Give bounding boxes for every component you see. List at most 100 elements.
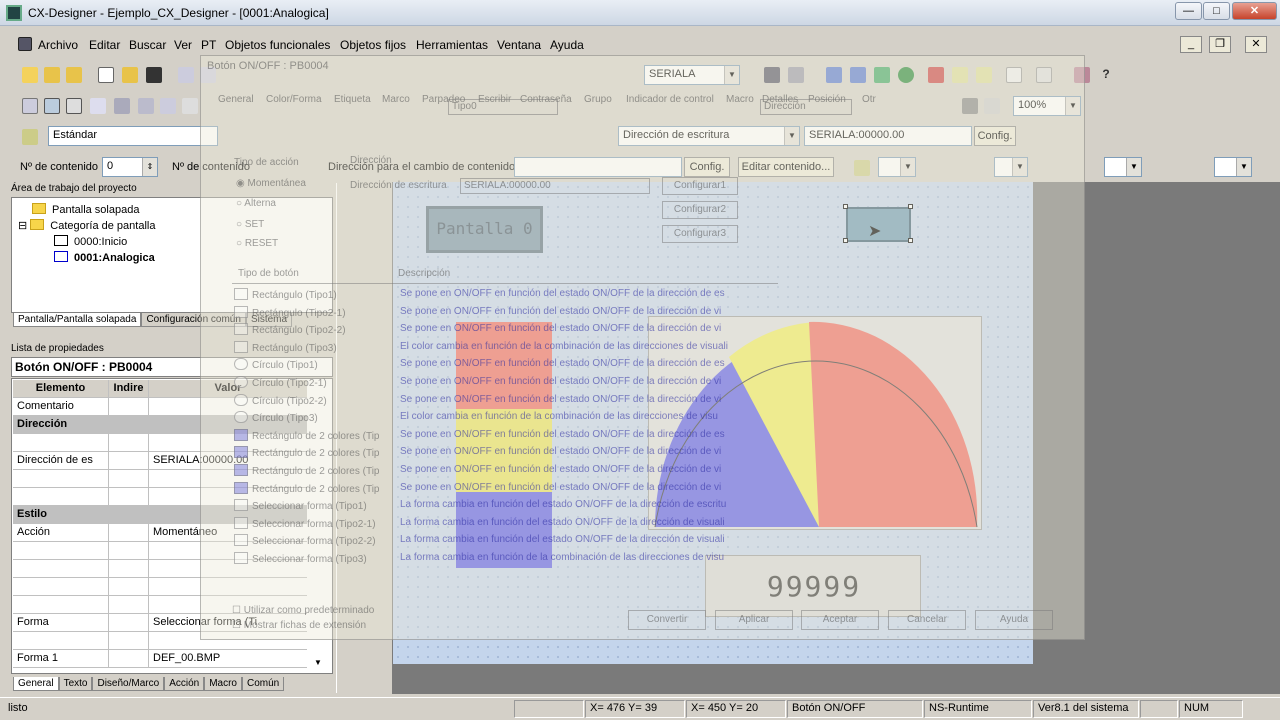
aceptar-button[interactable]: Aceptar — [801, 610, 879, 630]
doc-check-icon[interactable] — [952, 67, 968, 83]
pantalla-button[interactable]: Pantalla 0 — [426, 206, 543, 253]
maximize-button[interactable]: □ — [1203, 2, 1230, 20]
brush-icon[interactable] — [22, 129, 38, 145]
settings-icon[interactable] — [1074, 67, 1090, 83]
dialog-list-item[interactable]: Rectángulo (Tipo3) — [234, 340, 337, 354]
tab-diseno[interactable]: Diseño/Marco — [92, 677, 165, 691]
menu-pt[interactable]: PT — [201, 38, 216, 52]
direction-combo[interactable]: Dirección de escritura ▼ — [618, 126, 800, 146]
tab-config-comun[interactable]: Configuración común — [141, 313, 246, 327]
property-row[interactable] — [13, 578, 307, 596]
binoculars-icon[interactable] — [764, 67, 780, 83]
address-field[interactable]: SERIALA:00000.00 — [804, 126, 972, 146]
open-doc-icon[interactable] — [122, 67, 138, 83]
cancelar-button[interactable]: Cancelar — [888, 610, 966, 630]
pdf-icon[interactable] — [1006, 67, 1022, 83]
new-doc-icon[interactable] — [98, 67, 114, 83]
tab-texto[interactable]: Texto — [58, 677, 93, 691]
close-button[interactable]: ✕ — [1232, 2, 1277, 20]
dialog-type-combo[interactable]: Tipo0 — [448, 99, 558, 115]
run-icon[interactable] — [898, 67, 914, 83]
dialog-list-item[interactable]: Rectángulo (Tipo2-2) — [234, 323, 346, 336]
action-momentanea[interactable]: ◉ Momentánea — [236, 178, 306, 189]
property-value[interactable]: DEF_00.BMP — [149, 650, 307, 667]
action-set[interactable]: ○ SET — [236, 219, 264, 230]
dialog-direction-combo[interactable]: Dirección — [760, 99, 852, 115]
selection-handle[interactable] — [908, 238, 913, 243]
window-icon[interactable] — [850, 67, 866, 83]
menu-objetos-fijos[interactable]: Objetos fijos — [340, 38, 406, 52]
dialog-list-item[interactable]: Círculo (Tipo1) — [234, 358, 318, 371]
style-combo[interactable]: Estándar — [48, 126, 218, 146]
default-checkbox[interactable]: ☐ Utilizar como predeterminado — [232, 605, 374, 616]
dialog-tab[interactable]: Indicador de control — [626, 94, 714, 105]
mdi-restore-button[interactable]: ❐ — [1209, 36, 1231, 53]
tab-general[interactable]: General — [13, 677, 59, 691]
color-combo-3[interactable]: ▼ — [1104, 157, 1142, 177]
property-value[interactable] — [149, 578, 307, 595]
menu-ver[interactable]: Ver — [174, 38, 192, 52]
color-combo-2[interactable]: ▼ — [994, 157, 1028, 177]
extension-checkbox[interactable]: ☐ Mostrar fichas de extensión — [232, 620, 366, 631]
minimize-button[interactable]: — — [1175, 2, 1202, 20]
color-combo-1[interactable]: ▼ — [878, 157, 916, 177]
menu-archivo[interactable]: Archivo — [38, 38, 78, 52]
tree-item-analogica[interactable]: 0001:Analogica — [54, 251, 155, 264]
menu-ayuda[interactable]: Ayuda — [550, 38, 584, 52]
screen-icon[interactable] — [44, 98, 60, 114]
layer-icon[interactable] — [114, 98, 130, 114]
dialog-list-item[interactable]: Rectángulo de 2 colores (Tip — [234, 428, 379, 442]
tree-item-categoria[interactable]: ⊟ Categoría de pantalla — [18, 219, 155, 232]
configurar1-button[interactable]: Configurar1 — [662, 177, 738, 195]
edit-icon[interactable] — [178, 67, 194, 83]
edit-content-button[interactable]: Editar contenido... — [738, 157, 834, 177]
configurar2-button[interactable]: Configurar2 — [662, 201, 738, 219]
rect-icon[interactable] — [90, 98, 106, 114]
change-direction-input[interactable] — [514, 157, 682, 177]
dialog-list-item[interactable]: Seleccionar forma (Tipo2-1) — [234, 516, 376, 530]
chart-icon[interactable] — [160, 98, 176, 114]
dialog-list-item[interactable]: Rectángulo (Tipo1) — [234, 288, 337, 301]
property-row[interactable]: Forma 1 DEF_00.BMP — [13, 650, 307, 668]
menu-ventana[interactable]: Ventana — [497, 38, 541, 52]
mdi-minimize-button[interactable]: _ — [1180, 36, 1202, 53]
mail-icon[interactable] — [976, 67, 992, 83]
tab-comun[interactable]: Común — [242, 677, 285, 691]
content-number-input[interactable]: 0 ⇕ — [102, 157, 158, 177]
list-icon[interactable] — [1036, 67, 1052, 83]
dialog-list-item[interactable]: Círculo (Tipo2-2) — [234, 393, 327, 407]
dialog-list-item[interactable]: Rectángulo de 2 colores (Tip — [234, 446, 379, 459]
tree-item-inicio[interactable]: 0000:Inicio — [54, 235, 127, 248]
new-folder-icon[interactable] — [22, 67, 38, 83]
scroll-down-icon[interactable]: ▼ — [310, 658, 326, 672]
dialog-tab[interactable]: Color/Forma — [266, 94, 322, 105]
help-icon[interactable]: ? — [1098, 67, 1114, 83]
color-combo-4[interactable]: ▼ — [1214, 157, 1252, 177]
mdi-close-button[interactable]: ✕ — [1245, 36, 1267, 53]
brush-icon-2[interactable] — [854, 160, 870, 176]
menu-herramientas[interactable]: Herramientas — [416, 38, 488, 52]
action-reset[interactable]: ○ RESET — [236, 238, 278, 249]
property-value[interactable] — [149, 632, 307, 649]
dialog-list-item[interactable]: Círculo (Tipo3) — [234, 411, 318, 424]
dialog-list-item[interactable]: Seleccionar forma (Tipo2-2) — [234, 534, 376, 547]
open-icon[interactable] — [66, 67, 82, 83]
find-replace-icon[interactable] — [788, 67, 804, 83]
config2-button[interactable]: Config. — [684, 157, 730, 177]
tab-accion[interactable]: Acción — [164, 677, 205, 691]
dialog-list-item[interactable]: Círculo (Tipo2-1) — [234, 376, 327, 389]
dialog-list-item[interactable]: Rectángulo de 2 colores (Tip — [234, 481, 379, 495]
dialog-list-item[interactable]: Seleccionar forma (Tipo3) — [234, 552, 367, 565]
configurar3-button[interactable]: Configurar3 — [662, 225, 738, 243]
tree-item-pantalla-solapada[interactable]: Pantalla solapada — [32, 203, 139, 216]
save-icon[interactable] — [146, 67, 162, 83]
dialog-tab[interactable]: Otr — [862, 94, 876, 105]
image-icon[interactable] — [138, 98, 154, 114]
grid-icon[interactable] — [182, 98, 198, 114]
dialog-list-item[interactable]: Rectángulo (Tipo2-1) — [234, 305, 346, 319]
check-icon[interactable] — [826, 67, 842, 83]
dialog-write-value[interactable]: SERIALA:00000.00 — [460, 178, 650, 194]
numeric-display[interactable]: 99999 — [705, 555, 921, 617]
tab-macro[interactable]: Macro — [204, 677, 242, 691]
action-alterna[interactable]: ○ Alterna — [236, 198, 276, 209]
